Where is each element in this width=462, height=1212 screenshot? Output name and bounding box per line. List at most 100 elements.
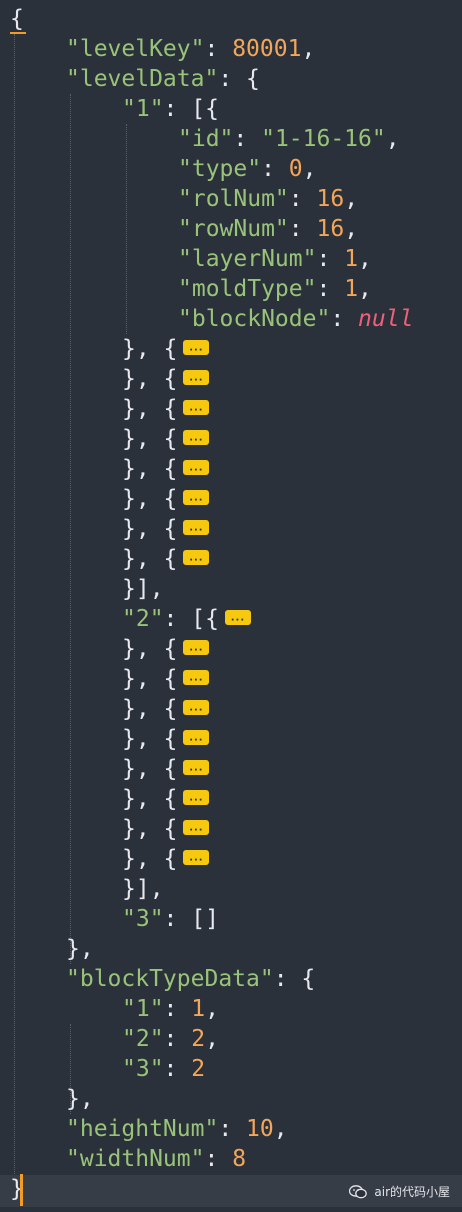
fold-dots: ··· [230, 615, 246, 626]
code-line[interactable]: "levelData": { [66, 64, 260, 94]
code-line[interactable]: }, {··· [122, 484, 210, 514]
code-token: : { [273, 966, 316, 992]
code-token: , [205, 996, 219, 1022]
code-token: "1" [122, 96, 164, 122]
code-line[interactable]: }, {··· [122, 544, 210, 574]
fold-expand-button[interactable]: ··· [183, 430, 210, 446]
code-line[interactable]: "id": "1-16-16", [178, 124, 400, 154]
fold-expand-button[interactable]: ··· [183, 400, 210, 416]
code-token: }, { [122, 516, 178, 542]
fold-expand-button[interactable]: ··· [183, 670, 210, 686]
code-line[interactable]: }, { ··· [122, 514, 210, 544]
code-token: 1 [344, 246, 359, 272]
fold-expand-button[interactable]: ··· [183, 700, 210, 716]
code-token: 8 [232, 1146, 247, 1172]
code-line[interactable]: "type": 0, [178, 154, 317, 184]
code-token: : [{ [163, 606, 219, 632]
code-token: : [288, 186, 317, 212]
fold-expand-button[interactable]: ··· [183, 820, 210, 836]
code-token: null [358, 306, 414, 332]
fold-dots: ··· [189, 795, 204, 806]
fold-dots: ··· [189, 735, 204, 746]
code-token: , [205, 1026, 219, 1052]
code-line[interactable]: "moldType": 1, [178, 274, 372, 304]
fold-expand-button[interactable]: ··· [183, 760, 210, 776]
code-token: 10 [246, 1116, 274, 1142]
code-line[interactable]: "1": 1, [122, 994, 219, 1024]
code-line[interactable]: "3": [] [122, 904, 219, 934]
code-token: , [273, 1116, 288, 1142]
code-token: : [233, 126, 262, 152]
code-line[interactable]: }, {··· [122, 784, 210, 814]
code-token: }, [66, 936, 94, 962]
indent-guide-line [126, 124, 127, 334]
code-token: "type" [178, 156, 262, 182]
fold-expand-button[interactable]: ··· [183, 340, 210, 356]
fold-dots: ··· [189, 855, 204, 866]
code-editor[interactable]: {"levelKey": 80001, "levelData": {"1": [{… [0, 0, 462, 1212]
code-line[interactable]: }, {··· [122, 424, 210, 454]
code-line[interactable]: }, {··· [122, 394, 210, 424]
fold-expand-button[interactable]: ··· [183, 640, 210, 656]
code-line[interactable]: }, { ··· [122, 664, 210, 694]
code-line[interactable]: "3": 2 [122, 1054, 205, 1084]
code-token: : [288, 216, 317, 242]
fold-expand-button[interactable]: ··· [183, 850, 210, 866]
code-line[interactable]: }], [122, 574, 164, 604]
code-line[interactable]: }, { ··· [122, 364, 210, 394]
fold-expand-button[interactable]: ··· [183, 520, 210, 536]
code-token: }, { [122, 666, 178, 692]
fold-expand-button[interactable]: ··· [183, 370, 210, 386]
code-line[interactable]: }, {··· [122, 724, 210, 754]
fold-expand-button[interactable]: ··· [183, 460, 210, 476]
code-line[interactable]: "rowNum": 16, [178, 214, 358, 244]
code-token: 16 [316, 216, 345, 242]
fold-expand-button[interactable]: ··· [183, 490, 210, 506]
code-line[interactable]: "layerNum": 1, [178, 244, 372, 274]
code-token: : [204, 36, 233, 62]
code-token: "levelData" [66, 66, 219, 92]
code-line[interactable]: "blockNode": null [178, 304, 413, 334]
code-line[interactable]: "widthNum": 8 [66, 1144, 246, 1174]
code-token: }, { [122, 366, 178, 392]
code-line[interactable]: "2": 2, [122, 1024, 219, 1054]
code-line[interactable]: "2": [{ ··· [122, 604, 251, 634]
fold-dots: ··· [189, 765, 204, 776]
code-line[interactable]: }, {··· [122, 814, 210, 844]
indent-guide-line [70, 94, 71, 964]
fold-expand-button[interactable]: ··· [183, 550, 210, 566]
fold-expand-button[interactable]: ··· [224, 610, 251, 626]
code-line[interactable]: }, [66, 1084, 94, 1114]
code-token: 1 [191, 996, 206, 1022]
fold-dots: ··· [189, 405, 204, 416]
code-line[interactable]: { [10, 4, 24, 34]
code-token: "2" [122, 606, 164, 632]
fold-expand-button[interactable]: ··· [183, 790, 210, 806]
code-token: , [302, 156, 317, 182]
code-line[interactable]: }, {··· [122, 334, 210, 364]
code-token: , [358, 276, 372, 302]
code-token: }, { [122, 456, 178, 482]
code-token: }], [122, 876, 164, 902]
indent-guide-line [14, 34, 15, 1174]
code-line[interactable]: "1": [{ [122, 94, 219, 124]
code-line[interactable]: "blockTypeData": { [66, 964, 315, 994]
fold-expand-button[interactable]: ··· [183, 730, 210, 746]
code-token: , [344, 186, 359, 212]
code-line[interactable]: }], [122, 874, 164, 904]
code-line[interactable]: "rolNum": 16, [178, 184, 358, 214]
fold-dots: ··· [189, 675, 204, 686]
code-token: "1" [122, 996, 164, 1022]
code-line[interactable]: "levelKey": 80001, [66, 34, 315, 64]
code-line[interactable]: }, {··· [122, 634, 210, 664]
code-token: , [358, 246, 372, 272]
fold-dots: ··· [189, 465, 204, 476]
code-line[interactable]: }, {··· [122, 844, 210, 874]
code-token: , [301, 36, 316, 62]
code-token: "heightNum" [66, 1116, 219, 1142]
code-line[interactable]: }, {··· [122, 754, 210, 784]
code-line[interactable]: }, [66, 934, 94, 964]
code-line[interactable]: }, {··· [122, 694, 210, 724]
code-line[interactable]: "heightNum": 10, [66, 1114, 288, 1144]
code-line[interactable]: }, { ··· [122, 454, 210, 484]
